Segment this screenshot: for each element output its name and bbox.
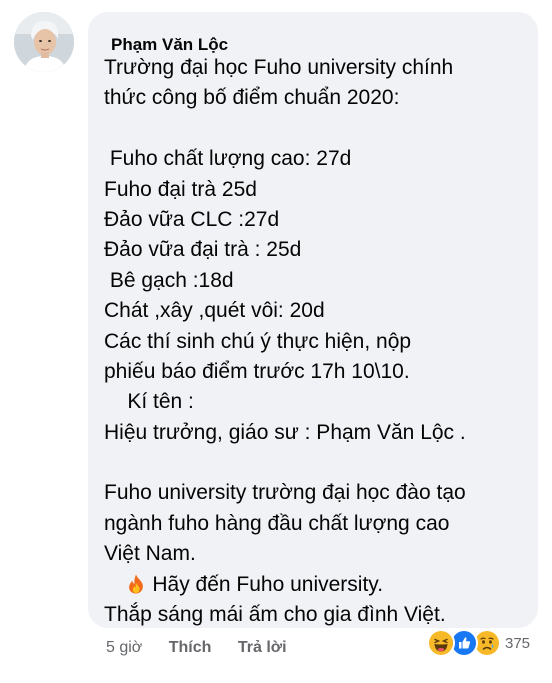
reply-button[interactable]: Trả lời (238, 639, 287, 657)
comment-line (104, 114, 534, 144)
avatar-image (14, 12, 74, 72)
comment-line: phiếu báo điểm trước 17h 10\10. (104, 359, 410, 383)
comment-line: thức công bố điểm chuẩn 2020: (104, 86, 400, 110)
comment-line: Các thí sinh chú ý thực hiện, nộp (104, 329, 412, 353)
reactions-summary[interactable]: 375 (427, 629, 531, 657)
comment-line: Đảo vữa đại trà : 25d (104, 238, 302, 262)
comment-line: Fuho chất lượng cao: 27d (104, 147, 352, 171)
comment-line: Chát ,xây ,quét vôi: 20d (104, 299, 325, 323)
comment-line: Bê gạch :18d (104, 268, 234, 292)
fire-line-text: Hãy đến Fuho university. (152, 572, 384, 596)
comment-line-fire: Hãy đến Fuho university. (104, 570, 534, 600)
comment-line: Fuho university trường đại học đào tạo (104, 481, 466, 505)
comment-line: Kí tên : (104, 390, 194, 414)
comment-line: Fuho đại trà 25d (104, 177, 257, 201)
avatar[interactable] (14, 12, 74, 72)
like-button[interactable]: Thích (169, 639, 212, 657)
comment-line: ngành fuho hàng đầu chất lượng cao (104, 511, 450, 535)
fire-icon (127, 573, 145, 594)
comment-body: Trường đại học Fuho university chính thứ… (104, 53, 534, 630)
comment-actions: 5 giờ Thích Trả lời (106, 639, 287, 657)
reaction-count: 375 (505, 634, 531, 652)
comment-timestamp[interactable]: 5 giờ (106, 639, 142, 657)
comment-author[interactable]: Phạm Văn Lộc (111, 35, 228, 55)
comment-line: Hiệu trưởng, giáo sư : Phạm Văn Lộc . (104, 420, 466, 444)
comment-line (104, 448, 534, 478)
comment-line: Thắp sáng mái ấm cho gia đình Việt. (104, 603, 446, 627)
comment-line: Trường đại học Fuho university chính (104, 56, 454, 79)
comment-line: Việt Nam. (104, 542, 196, 566)
haha-icon (427, 629, 455, 657)
comment-line: Đảo vữa CLC :27d (104, 207, 280, 231)
